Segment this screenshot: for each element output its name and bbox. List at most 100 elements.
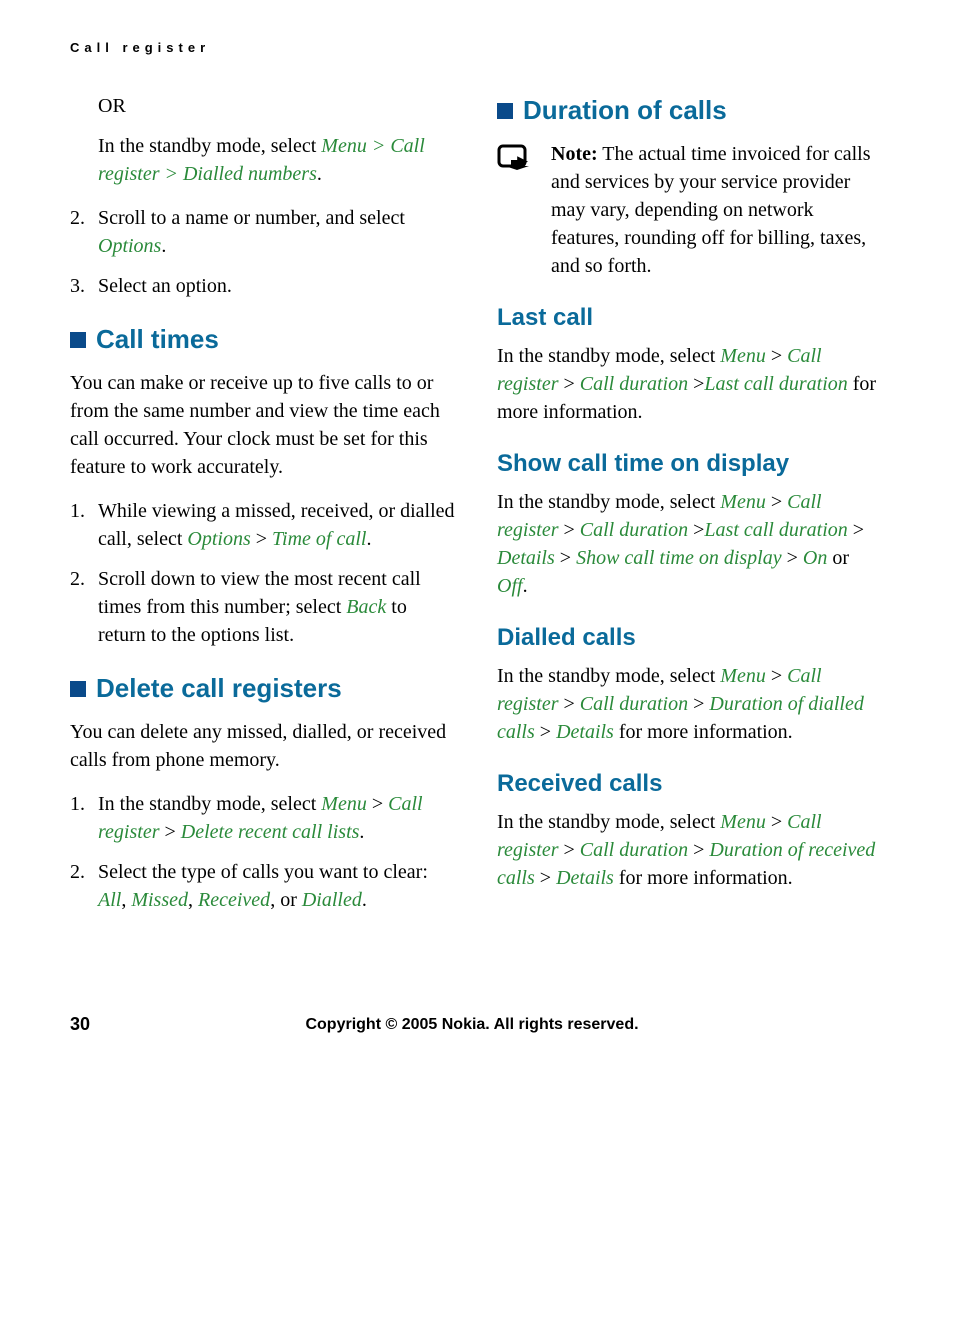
right-column: Duration of calls Note: The actual time …: [497, 95, 884, 934]
text: In the standby mode, select: [497, 665, 720, 687]
square-bullet-icon: [70, 681, 86, 697]
step-body: Select the type of calls you want to cle…: [98, 858, 457, 914]
call-times-body: You can make or receive up to five calls…: [70, 369, 457, 481]
dialled-calls-body: In the standby mode, select Menu > Call …: [497, 662, 884, 746]
text: In the standby mode, select: [98, 793, 321, 815]
square-bullet-icon: [70, 332, 86, 348]
call-times-heading: Call times: [70, 324, 457, 355]
left-column: OR In the standby mode, select Menu > Ca…: [70, 95, 457, 934]
dialled-calls-heading: Dialled calls: [497, 624, 884, 652]
show-call-time-heading: Show call time on display: [497, 450, 884, 478]
menu-path: Back: [346, 596, 386, 618]
step-1: 1. In the standby mode, select Menu > Ca…: [70, 790, 457, 846]
heading-text: Call times: [96, 324, 219, 355]
menu-path: Call duration: [580, 839, 688, 861]
menu-path: Menu: [321, 793, 367, 815]
copyright-text: Copyright © 2005 Nokia. All rights reser…: [90, 1016, 854, 1034]
step-body: Select an option.: [98, 272, 232, 300]
page-header: Call register: [70, 40, 884, 55]
menu-path: Time of call: [272, 528, 366, 550]
period: .: [362, 889, 367, 911]
page-footer: 30 Copyright © 2005 Nokia. All rights re…: [70, 1014, 884, 1035]
menu-path: Received: [198, 889, 270, 911]
period: .: [161, 235, 166, 257]
text: or: [827, 547, 849, 569]
menu-path: Call duration: [580, 693, 688, 715]
step-number: 2.: [70, 858, 98, 914]
page-content: Call register OR In the standby mode, se…: [0, 0, 954, 1065]
text: >: [782, 547, 803, 569]
note-body: The actual time invoiced for calls and s…: [551, 143, 871, 277]
page-number: 30: [70, 1014, 90, 1035]
text: >: [535, 867, 556, 889]
text: >: [555, 547, 576, 569]
received-calls-heading: Received calls: [497, 770, 884, 798]
menu-path: Last call duration: [704, 373, 847, 395]
text: >: [367, 793, 388, 815]
text: Select the type of calls you want to cle…: [98, 861, 428, 883]
step-2: 2. Scroll down to view the most recent c…: [70, 565, 457, 649]
menu-path: Details: [556, 867, 614, 889]
last-call-heading: Last call: [497, 304, 884, 332]
text: ,: [188, 889, 198, 911]
text: In the standby mode, select: [497, 811, 720, 833]
menu-path: Options: [98, 235, 161, 257]
menu-path: Call duration: [580, 373, 688, 395]
step-number: 1.: [70, 790, 98, 846]
menu-path: Menu: [720, 665, 766, 687]
step-body: Scroll to a name or number, and select O…: [98, 204, 457, 260]
period: .: [523, 575, 528, 597]
text: In the standby mode, select: [497, 345, 720, 367]
text: >: [558, 373, 579, 395]
received-calls-body: In the standby mode, select Menu > Call …: [497, 808, 884, 892]
step-body: While viewing a missed, received, or dia…: [98, 497, 457, 553]
text: >: [535, 721, 556, 743]
or-text: OR: [98, 95, 457, 118]
menu-path: Missed: [131, 889, 188, 911]
text: In the standby mode, select: [497, 491, 720, 513]
note-icon: [497, 144, 537, 181]
text: , or: [270, 889, 302, 911]
heading-text: Delete call registers: [96, 673, 342, 704]
step-body: Scroll down to view the most recent call…: [98, 565, 457, 649]
step-2: 2. Select the type of calls you want to …: [70, 858, 457, 914]
duration-heading: Duration of calls: [497, 95, 884, 126]
menu-path: Dialled: [302, 889, 362, 911]
text: In the standby mode, select: [98, 135, 321, 157]
step-number: 1.: [70, 497, 98, 553]
text: >: [558, 519, 579, 541]
menu-path: Menu: [720, 811, 766, 833]
menu-path: Off: [497, 575, 523, 597]
step-2: 2. Scroll to a name or number, and selec…: [70, 204, 457, 260]
delete-registers-heading: Delete call registers: [70, 673, 457, 704]
text: >: [558, 693, 579, 715]
heading-text: Duration of calls: [523, 95, 727, 126]
text: >: [766, 811, 787, 833]
text: ,: [121, 889, 131, 911]
text: >: [688, 693, 709, 715]
text: for more information.: [614, 867, 793, 889]
text: >: [766, 665, 787, 687]
note-text: Note: The actual time invoiced for calls…: [551, 140, 884, 280]
text: >: [688, 519, 704, 541]
note-label: Note:: [551, 143, 598, 165]
period: .: [359, 821, 364, 843]
menu-path: Details: [556, 721, 614, 743]
delete-steps: 1. In the standby mode, select Menu > Ca…: [70, 790, 457, 914]
step-number: 3.: [70, 272, 98, 300]
last-call-body: In the standby mode, select Menu > Call …: [497, 342, 884, 426]
menu-path: All: [98, 889, 121, 911]
text: >: [251, 528, 272, 550]
text: >: [688, 839, 709, 861]
step-3: 3. Select an option.: [70, 272, 457, 300]
menu-path: Options: [187, 528, 250, 550]
menu-path: Delete recent call lists: [181, 821, 360, 843]
step-1: 1. While viewing a missed, received, or …: [70, 497, 457, 553]
text: Scroll to a name or number, and select: [98, 207, 405, 229]
step-number: 2.: [70, 565, 98, 649]
menu-path: Last call duration: [704, 519, 847, 541]
period: .: [317, 163, 322, 185]
step-number: 2.: [70, 204, 98, 260]
text: >: [766, 345, 787, 367]
note-block: Note: The actual time invoiced for calls…: [497, 140, 884, 280]
